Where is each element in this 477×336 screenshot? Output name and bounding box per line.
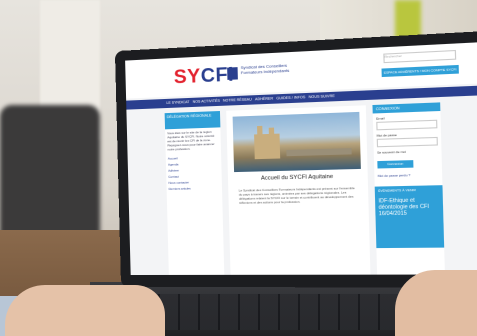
left-sidebar: DÉLÉGATION RÉGIONALE Vous êtes sur le si… — [164, 110, 225, 275]
forgot-password-link[interactable]: Mot de passe perdu ? — [374, 172, 442, 178]
city-photo — [232, 111, 361, 173]
castle-image — [254, 133, 281, 160]
nav-item-adherer[interactable]: ADHÉRER — [255, 94, 273, 104]
sidebar-footer: Derniers articles — [168, 186, 191, 191]
right-hand — [395, 270, 477, 336]
office-chair — [0, 105, 100, 245]
remember-checkbox[interactable]: Se souvenir de moi — [374, 145, 442, 155]
left-hand — [5, 285, 165, 336]
intro-paragraph: Le Syndicat des Conseillers Formateurs I… — [238, 185, 355, 205]
nav-item-reseau[interactable]: NOTRE RÉSEAU — [223, 95, 252, 105]
left-sidebar-links: Accueil Agenda Adhérer Contact Nous cont… — [166, 152, 222, 194]
search-input[interactable]: Rechercher — [383, 49, 457, 64]
page-title: Accueil du SYCFI Aquitaine — [260, 173, 334, 182]
bridge-image — [286, 148, 352, 157]
laptop-screen-bezel: SYCFI Syndicat des Conseillers Formateur… — [114, 30, 477, 288]
website-screen: SYCFI Syndicat des Conseillers Formateur… — [125, 42, 477, 276]
login-button[interactable]: Connexion — [377, 160, 414, 169]
site-tagline: Syndicat des Conseillers Formateurs Indé… — [240, 62, 290, 76]
right-sidebar: CONNEXION Email Mot de passe Se souvenir… — [372, 102, 445, 275]
main-content: Accueil du SYCFI Aquitaine Le Syndicat d… — [226, 105, 371, 275]
sycfi-logo[interactable]: SYCFI — [174, 64, 235, 89]
nav-item-syndicat[interactable]: LE SYNDICAT — [166, 98, 189, 108]
left-sidebar-text: Vous êtes sur le site de la région Aquit… — [167, 129, 215, 152]
nav-item-activites[interactable]: NOS ACTIVITÉS — [192, 97, 220, 107]
nav-item-suivre[interactable]: NOUS SUIVRE — [308, 92, 334, 103]
flag-icon — [227, 67, 238, 80]
logo-sy: SY — [173, 65, 202, 89]
left-sidebar-heading: DÉLÉGATION RÉGIONALE — [164, 110, 221, 130]
nav-item-guides[interactable]: GUIDES / INFOS — [276, 93, 305, 104]
event-card[interactable]: IDF-Ethique et déontologie des CFI 16/04… — [374, 193, 445, 249]
member-area-button[interactable]: ESPACE ADHÉRENTS / MON COMPTE SYCFI — [381, 64, 459, 78]
